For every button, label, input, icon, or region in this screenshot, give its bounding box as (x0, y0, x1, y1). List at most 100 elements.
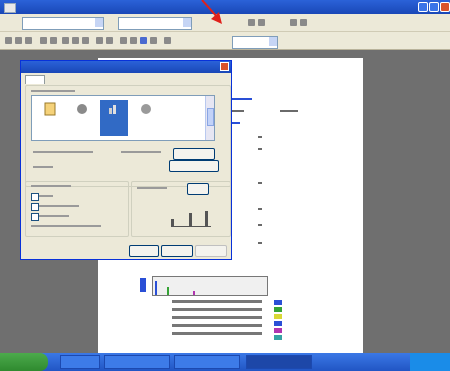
minimize-button[interactable] (418, 2, 428, 12)
preview-bar (189, 213, 192, 227)
description-line (31, 225, 101, 227)
app-icon (4, 3, 16, 13)
list-item[interactable] (36, 100, 64, 136)
font-name-combo[interactable] (22, 17, 104, 30)
chart-icon (109, 105, 116, 114)
undo-icon[interactable] (96, 37, 103, 44)
taskbar-item[interactable] (174, 355, 240, 369)
preview-select[interactable] (187, 183, 209, 195)
print-icon[interactable] (40, 37, 47, 44)
align-icon[interactable] (290, 19, 297, 26)
document-icon (44, 102, 56, 116)
chart-axis-mark (140, 278, 146, 292)
taskbar-item[interactable] (104, 355, 170, 369)
option-label (39, 205, 79, 207)
list-item-label (36, 118, 64, 132)
legend-swatch (274, 314, 282, 319)
start-button[interactable] (0, 353, 48, 371)
group-caption (31, 90, 75, 92)
dialog-title-bar (21, 61, 231, 73)
standard-toolbar (0, 32, 450, 50)
dialog-tab[interactable] (25, 75, 45, 84)
text-line (280, 110, 298, 112)
list-item[interactable] (68, 100, 96, 136)
preview-chart (171, 209, 221, 227)
option-label (121, 151, 161, 153)
legend-swatch (274, 335, 282, 340)
italic-icon[interactable] (258, 19, 265, 26)
system-tray (410, 353, 450, 371)
option-label (39, 195, 53, 197)
text-mark (258, 148, 262, 150)
source-group (25, 181, 129, 237)
list-item-label (100, 118, 128, 132)
ok-button[interactable] (129, 245, 159, 257)
list-item[interactable] (132, 100, 160, 136)
table-row (172, 316, 262, 319)
options-button[interactable] (169, 160, 219, 172)
option-label (33, 166, 53, 168)
preview-caption (137, 187, 167, 189)
maximize-button[interactable] (429, 2, 439, 12)
group-caption (31, 185, 71, 187)
object-type-list[interactable] (31, 95, 215, 141)
bold-icon[interactable] (248, 19, 255, 26)
taskbar-item-active[interactable] (246, 355, 312, 369)
option-checkbox[interactable] (31, 203, 39, 211)
preview-axis (171, 226, 211, 227)
chart-bar (155, 281, 157, 295)
chart-bar (167, 287, 169, 295)
save-icon[interactable] (25, 37, 32, 44)
help-button[interactable] (195, 245, 227, 257)
cut-icon[interactable] (62, 37, 69, 44)
legend-swatch (274, 300, 282, 305)
legend-swatch (274, 321, 282, 326)
chart-bar (193, 291, 195, 295)
paste-icon[interactable] (82, 37, 89, 44)
text-mark (258, 136, 262, 138)
table-icon[interactable] (120, 37, 127, 44)
preview-icon[interactable] (50, 37, 57, 44)
list-item-selected[interactable] (100, 100, 128, 136)
text-mark (258, 242, 262, 244)
text-mark (258, 208, 262, 210)
list-scrollbar[interactable] (205, 96, 214, 140)
zoom-combo[interactable] (232, 36, 278, 49)
option-label (33, 151, 93, 153)
chart-tool-icon[interactable] (130, 37, 137, 44)
chart-legend (274, 298, 304, 342)
table-row (172, 332, 262, 335)
table-row (172, 308, 262, 311)
font-size-combo[interactable] (118, 17, 192, 30)
cancel-button[interactable] (161, 245, 193, 257)
image-icon[interactable] (140, 37, 147, 44)
option-label (39, 215, 69, 217)
table-row (172, 324, 262, 327)
insert-object-dialog (20, 60, 232, 260)
list-item-label (132, 118, 160, 132)
list-icon[interactable] (300, 19, 307, 26)
option-checkbox[interactable] (31, 213, 39, 221)
text-mark (258, 182, 262, 184)
table-row (172, 300, 262, 303)
scroll-thumb[interactable] (207, 108, 214, 126)
taskbar-item[interactable] (60, 355, 100, 369)
open-icon[interactable] (15, 37, 22, 44)
legend-swatch (274, 307, 282, 312)
copy-icon[interactable] (72, 37, 79, 44)
preview-bar (205, 211, 208, 227)
dialog-close-icon[interactable] (220, 62, 229, 71)
help-tool-icon[interactable] (164, 37, 171, 44)
data-table (168, 298, 268, 338)
draw-icon[interactable] (150, 37, 157, 44)
text-mark (258, 224, 262, 226)
option-checkbox[interactable] (31, 193, 39, 201)
taskbar (0, 353, 450, 371)
legend-swatch (274, 328, 282, 333)
close-button[interactable] (440, 2, 450, 12)
browse-button[interactable] (173, 148, 215, 160)
redo-icon[interactable] (106, 37, 113, 44)
new-icon[interactable] (5, 37, 12, 44)
embedded-chart[interactable] (152, 276, 268, 296)
red-arrow-icon (201, 0, 222, 24)
